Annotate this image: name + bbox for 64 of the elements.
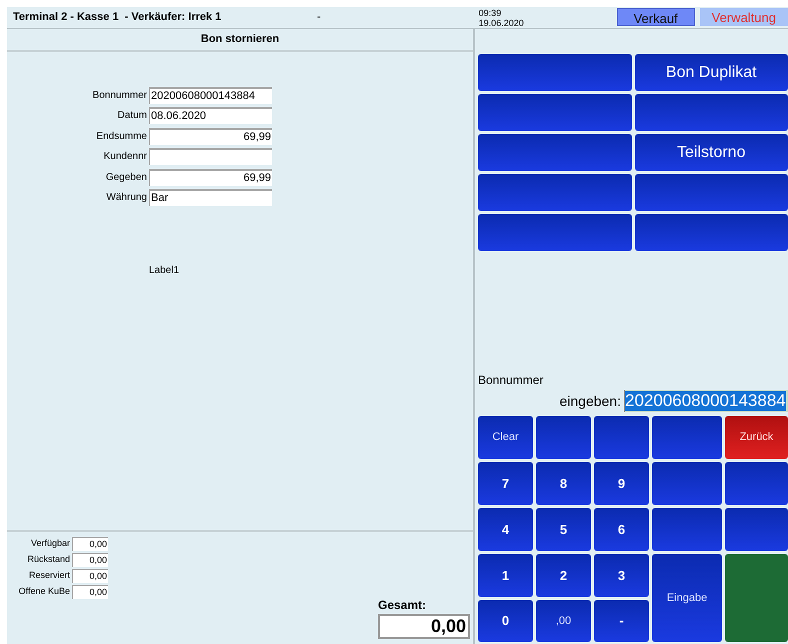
balance-label: Offene KuBe xyxy=(18,584,71,598)
function-button[interactable] xyxy=(634,174,788,211)
balance-label: Reserviert xyxy=(28,568,71,582)
keypad-key[interactable] xyxy=(652,508,722,551)
text-field[interactable] xyxy=(149,148,272,166)
keypad-key[interactable]: 8 xyxy=(536,462,591,505)
separator-text: - xyxy=(317,10,321,26)
status-label: Label1 xyxy=(149,264,180,278)
function-button[interactable] xyxy=(478,54,632,91)
balance-field: 0,00 xyxy=(72,536,108,550)
keypad-key[interactable]: Clear xyxy=(478,416,533,459)
terminal-title: Terminal 2 - Kasse 1 - Verkäufer: Irrek 1 xyxy=(13,10,222,26)
keypad-key[interactable]: 2 xyxy=(536,554,591,597)
total-field: 0,00 xyxy=(378,614,470,639)
clock-time: 09:39 xyxy=(478,8,502,18)
panel-title: Bon stornieren xyxy=(7,29,473,52)
field-label: Bonnummer xyxy=(92,88,148,103)
keypad-key[interactable]: 1 xyxy=(478,554,533,597)
balance-field: 0,00 xyxy=(72,552,108,566)
field-label: Kundennr xyxy=(102,150,148,164)
keypad-key[interactable] xyxy=(652,416,722,459)
keypad-key[interactable] xyxy=(725,508,788,551)
total-label: Gesamt: xyxy=(378,597,426,614)
keypad-key[interactable] xyxy=(536,416,591,459)
keypad-key[interactable]: Eingabe xyxy=(652,554,722,642)
keypad-key[interactable] xyxy=(725,462,788,505)
function-button[interactable] xyxy=(634,214,788,251)
text-field[interactable]: 08.06.2020 xyxy=(149,107,272,124)
text-field[interactable]: 69,99 xyxy=(149,128,272,145)
balance-field: 0,00 xyxy=(72,584,108,598)
field-label: Endsumme xyxy=(95,130,148,144)
balance-field: 0,00 xyxy=(72,568,108,582)
entry-title: Bonnummer xyxy=(478,372,544,389)
function-button[interactable] xyxy=(478,134,632,171)
keypad-key[interactable]: 7 xyxy=(478,462,533,505)
keypad-key[interactable]: ,00 xyxy=(536,600,591,642)
balance-label: Verfügbar xyxy=(30,536,71,550)
nav-tab[interactable]: Verkauf xyxy=(616,8,695,26)
function-button[interactable] xyxy=(478,94,632,131)
text-field[interactable]: 69,99 xyxy=(149,168,272,186)
function-button[interactable] xyxy=(478,174,632,211)
keypad-key[interactable]: 5 xyxy=(536,508,591,551)
keypad-key[interactable]: 9 xyxy=(594,462,649,505)
keypad-key[interactable]: Zurück xyxy=(725,416,788,459)
function-button[interactable] xyxy=(478,214,632,251)
current-date: 19.06.2020 xyxy=(478,18,524,28)
function-button[interactable]: Teilstorno xyxy=(634,134,788,171)
keypad-key[interactable]: - xyxy=(594,600,649,642)
keypad-key[interactable] xyxy=(725,554,788,642)
keypad-key[interactable] xyxy=(594,416,649,459)
text-field[interactable]: Bar xyxy=(149,189,272,206)
keypad-key[interactable]: 3 xyxy=(594,554,649,597)
function-button[interactable] xyxy=(634,94,788,131)
entry-label: eingeben: xyxy=(559,392,621,411)
field-label: Datum xyxy=(116,109,148,124)
keypad-key[interactable] xyxy=(652,462,722,505)
keypad-key[interactable]: 0 xyxy=(478,600,533,642)
function-button[interactable]: Bon Duplikat xyxy=(634,54,788,91)
keypad-key[interactable]: 4 xyxy=(478,508,533,551)
field-label: Währung xyxy=(105,191,148,206)
text-field[interactable]: 20200608000143884 xyxy=(149,86,272,104)
keypad-key[interactable]: 6 xyxy=(594,508,649,551)
field-label: Gegeben xyxy=(104,170,148,185)
balance-label: Rückstand xyxy=(26,552,71,566)
